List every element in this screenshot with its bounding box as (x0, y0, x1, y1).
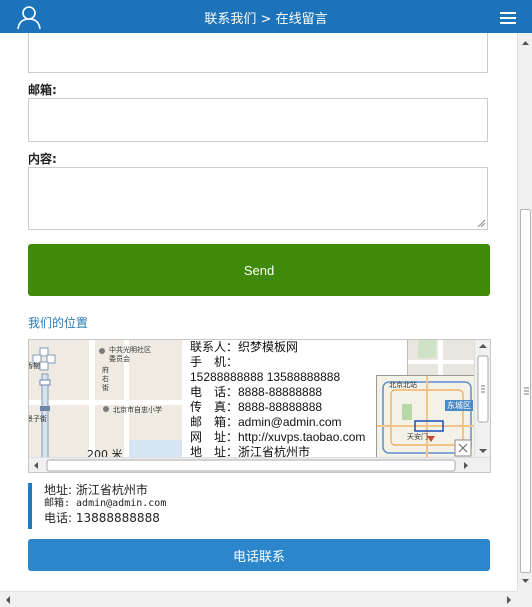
svg-text:香榭: 香榭 (29, 361, 40, 370)
info-contact: 联系人：织梦模板网 (190, 340, 299, 354)
map-view[interactable]: 香榭 景子街 中共光明社区委员会 府右街 北京市自忠小学 200 米 (29, 340, 182, 461)
map-vertical-scrollbar[interactable] (474, 340, 490, 458)
info-fax: 传 真：8888-88888888 (190, 400, 323, 414)
resize-grip-icon[interactable] (477, 219, 485, 227)
map-poi-1: 中共光明社区委员会 (109, 346, 151, 363)
menu-icon[interactable] (500, 12, 516, 24)
address-phone: 电话: 13888888888 (44, 511, 160, 525)
mini-map-north: 北京北站 (389, 381, 417, 389)
page-scroll-thumb[interactable] (520, 209, 531, 573)
map-canvas: 香榭 景子街 (29, 340, 182, 459)
address-email: 邮箱: admin@admin.com (44, 498, 167, 509)
content-label: 内容: (28, 152, 57, 166)
location-title: 我们的位置 (28, 316, 89, 330)
page-vertical-scrollbar[interactable] (517, 33, 532, 591)
map-horizontal-scrollbar[interactable] (29, 457, 490, 472)
map-info-window: 联系人：织梦模板网 手 机： 15288888888 13588888888 电… (182, 340, 408, 459)
info-website: 网 址：http://xuvps.taobao.com (190, 430, 366, 444)
browser-frame: 联系我们 > 在线留言 邮箱: 内容: Send 我们的位置 榭 子街 中共光明… (0, 0, 532, 607)
name-field[interactable] (28, 33, 488, 73)
svg-text:景子街: 景子街 (29, 414, 47, 423)
content-textarea[interactable] (28, 167, 488, 230)
address-text: 地址: 浙江省杭州市 (44, 483, 148, 497)
page-title: 联系我们 > 在线留言 (204, 12, 328, 27)
page-content: 邮箱: 内容: Send 我们的位置 榭 子街 中共光明社区委员会 府右街 北京… (0, 33, 517, 591)
info-email: 邮 箱：admin@admin.com (190, 415, 342, 429)
overview-map[interactable]: 北京北站 东城区 天安门 (376, 375, 477, 459)
map-street-label: 府右街 (102, 366, 109, 392)
info-mobile-label: 手 机： (190, 355, 239, 369)
top-bar: 联系我们 > 在线留言 (0, 0, 532, 33)
address-block: 地址: 浙江省杭州市 邮箱: admin@admin.com 电话: 13888… (28, 483, 166, 529)
info-mobile: 15288888888 13588888888 (190, 370, 341, 384)
mini-map-district: 东城区 (445, 400, 473, 411)
page-horizontal-scrollbar[interactable] (0, 591, 517, 607)
email-label: 邮箱: (28, 83, 57, 97)
mini-map-gate: 天安门 (407, 433, 428, 441)
info-phone: 电 话：8888-88888888 (190, 385, 323, 399)
email-field[interactable] (28, 98, 488, 142)
call-button[interactable]: 电话联系 (28, 539, 490, 571)
map-poi-2: 北京市自忠小学 (113, 406, 162, 414)
send-button[interactable]: Send (28, 244, 490, 296)
map-frame[interactable]: 香榭 景子街 中共光明社区委员会 府右街 北京市自忠小学 200 米 联系人：织… (28, 339, 491, 473)
